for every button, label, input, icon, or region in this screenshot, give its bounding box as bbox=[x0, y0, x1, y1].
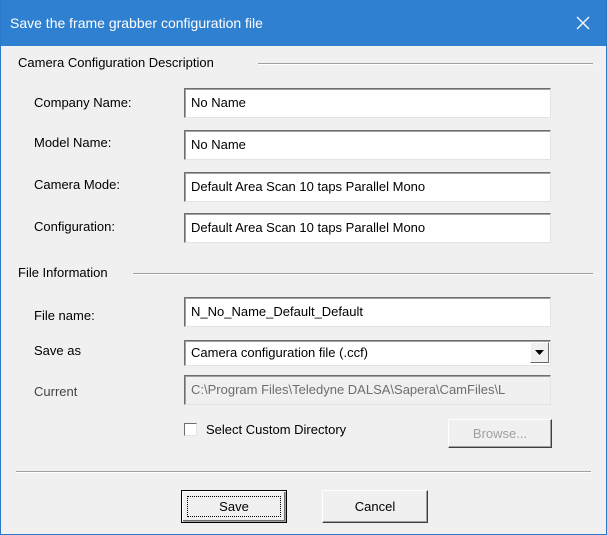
configuration-label: Configuration: bbox=[34, 219, 115, 234]
file-group-title: File Information bbox=[18, 265, 108, 280]
browse-button[interactable]: Browse... bbox=[448, 419, 552, 448]
model-name-input[interactable]: No Name bbox=[184, 130, 551, 160]
company-name-input[interactable]: No Name bbox=[184, 88, 551, 118]
dropdown-button[interactable] bbox=[530, 342, 549, 363]
save-as-dropdown[interactable]: Camera configuration file (.ccf) bbox=[184, 340, 551, 366]
save-as-selected-value: Camera configuration file (.ccf) bbox=[191, 345, 369, 360]
chevron-down-icon bbox=[535, 350, 544, 355]
close-icon bbox=[576, 16, 590, 30]
camera-mode-input[interactable]: Default Area Scan 10 taps Parallel Mono bbox=[184, 172, 551, 202]
file-group-separator bbox=[133, 273, 593, 275]
title-bar[interactable]: Save the frame grabber configuration fil… bbox=[1, 0, 606, 46]
camera-mode-label: Camera Mode: bbox=[34, 177, 120, 192]
save-button[interactable]: Save bbox=[181, 490, 287, 523]
cancel-button-label: Cancel bbox=[354, 499, 396, 514]
close-button[interactable] bbox=[560, 0, 606, 46]
save-config-dialog: Save the frame grabber configuration fil… bbox=[0, 0, 607, 535]
cancel-button[interactable]: Cancel bbox=[322, 490, 428, 523]
file-name-input[interactable]: N_No_Name_Default_Default bbox=[184, 297, 551, 327]
current-path-field: C:\Program Files\Teledyne DALSA\Sapera\C… bbox=[184, 375, 551, 405]
custom-directory-checkbox[interactable] bbox=[184, 423, 197, 436]
company-name-label: Company Name: bbox=[34, 95, 132, 110]
save-button-label: Save bbox=[219, 499, 249, 514]
current-path-label: Current bbox=[34, 384, 78, 399]
model-name-label: Model Name: bbox=[34, 135, 112, 150]
button-separator bbox=[16, 471, 591, 473]
configuration-input[interactable]: Default Area Scan 10 taps Parallel Mono bbox=[184, 213, 551, 243]
camera-group-title: Camera Configuration Description bbox=[18, 55, 214, 70]
save-as-label: Save as bbox=[34, 343, 81, 358]
camera-group-separator bbox=[258, 63, 593, 65]
window-title: Save the frame grabber configuration fil… bbox=[10, 15, 263, 31]
browse-button-label: Browse... bbox=[472, 426, 528, 441]
custom-directory-label[interactable]: Select Custom Directory bbox=[206, 422, 346, 438]
file-name-label: File name: bbox=[34, 308, 95, 323]
